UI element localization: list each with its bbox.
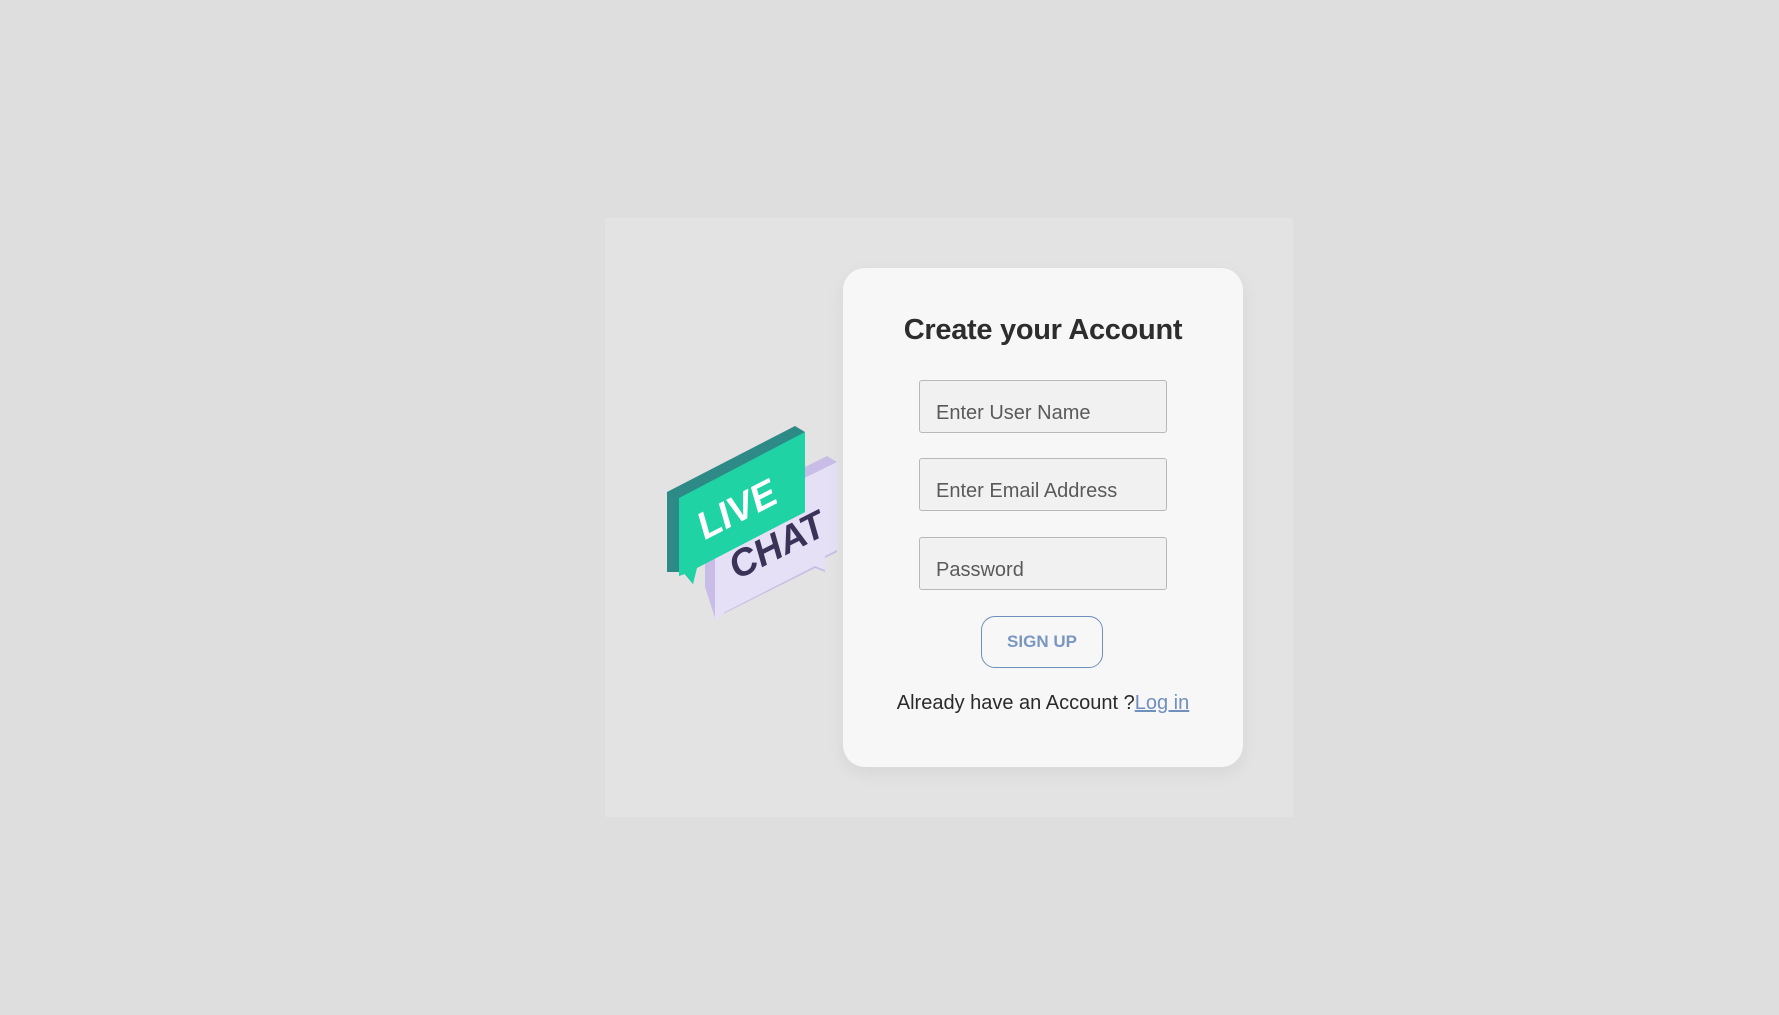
login-link[interactable]: Log in xyxy=(1135,692,1190,714)
live-chat-logo: LIVE CHAT xyxy=(665,422,845,622)
page-title: Create your Account xyxy=(903,314,1183,346)
login-prompt: Already have an Account ?Log in xyxy=(843,692,1243,715)
password-input[interactable] xyxy=(919,537,1167,590)
live-chat-logo-graphic: LIVE CHAT xyxy=(667,426,837,622)
email-input[interactable] xyxy=(919,458,1167,511)
sign-up-button[interactable]: SIGN UP xyxy=(981,616,1103,668)
login-prompt-text: Already have an Account ? xyxy=(896,692,1135,714)
signup-panel: LIVE CHAT Create your Account SIGN UP Al… xyxy=(605,218,1293,817)
username-input[interactable] xyxy=(919,380,1167,433)
signup-card: Create your Account SIGN UP Already have… xyxy=(843,268,1243,767)
